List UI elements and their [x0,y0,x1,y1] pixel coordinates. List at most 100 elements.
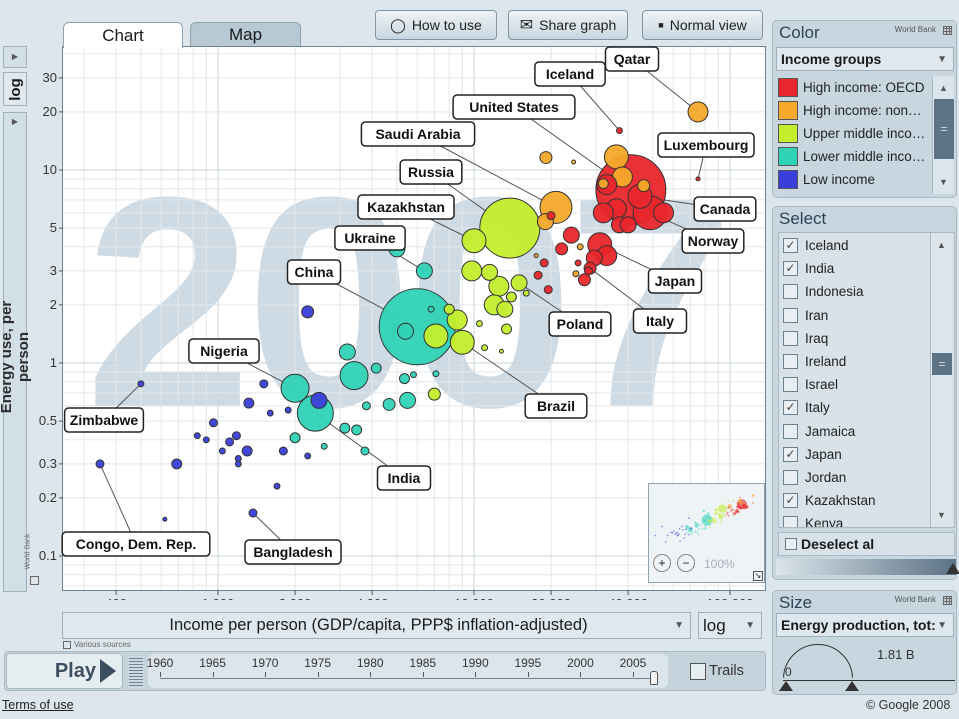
country-label-text: Canada [700,201,751,217]
y-tick-label: 20 [43,104,57,119]
country-label: Japan [647,268,703,294]
checkbox[interactable]: ✓ [783,238,798,254]
resize-handle-icon[interactable]: ↘ [753,571,763,581]
minimap-bubble [694,523,699,528]
data-table-icon[interactable] [943,596,952,605]
bubble-iceland [615,127,623,135]
tab-chart[interactable]: Chart [63,22,183,48]
country-list-scrollbar[interactable]: ▲ = ▼ [930,233,952,527]
zoom-out-button[interactable]: − [677,554,695,572]
checkbox[interactable] [783,307,798,323]
legend-item[interactable]: Low income [775,168,930,191]
year-tick [212,672,214,677]
size-source: World Bank [894,595,936,604]
checkbox[interactable] [783,377,798,393]
country-list-item[interactable]: ✓ Italy [779,396,954,419]
country-label: Iceland [534,61,606,87]
speed-control[interactable] [129,656,143,688]
country-label-text: Russia [408,164,454,180]
year-tick [475,672,477,677]
country-list-item[interactable]: ✓ Japan [779,443,954,466]
time-slider-thumb[interactable] [650,671,658,685]
checkbox[interactable] [783,423,798,439]
deselect-all-button[interactable]: Deselect al [778,532,955,556]
minimap-bubble [685,528,687,531]
country-list-item[interactable]: Ireland [779,350,954,373]
bubble [572,270,580,278]
country-list-item[interactable]: Kenya [779,512,954,527]
country-list-item[interactable]: ✓ Kazakhstan [779,489,954,512]
time-slider[interactable]: 1960 1965 1970 1975 1980 1985 1990 1995 2000 2005 [147,654,668,688]
year-tick-label: 1985 [409,656,437,670]
country-list-item[interactable]: Iraq [779,327,954,350]
country-list-item[interactable]: Israel [779,373,954,396]
minimap-bubble [736,505,739,509]
checkbox[interactable]: ✓ [783,261,798,277]
scroll-down-icon[interactable]: ▼ [933,172,954,192]
data-table-icon[interactable] [943,26,952,35]
country-list-item[interactable]: Jordan [779,466,954,489]
legend-item[interactable]: Lower middle inco… [775,145,930,168]
checkbox[interactable] [783,469,798,485]
deselect-label: Deselect al [801,536,875,552]
minimap-bubble [734,512,736,515]
country-list-item[interactable]: ✓ Iceland [779,234,954,257]
checkbox[interactable]: ✓ [783,493,798,509]
scroll-thumb[interactable]: = [932,353,952,375]
country-label: United States [452,94,576,120]
legend-item[interactable]: High income: OECD [775,76,930,99]
country-list-item[interactable]: Iran [779,304,954,327]
zoom-in-button[interactable]: + [653,554,671,572]
x-data-table-icon[interactable] [63,641,71,649]
checkbox[interactable] [783,330,798,346]
zoom-level: 100% [704,557,735,571]
minimap-bubble [705,524,708,527]
country-label-text: Nigeria [200,343,248,359]
size-max-label: 1.81 B [877,647,915,662]
play-button[interactable]: Play [6,653,123,689]
minimap[interactable]: + − 100% ↘ [648,483,765,583]
legend-item[interactable]: Upper middle inco… [775,122,930,145]
trails-checkbox[interactable] [690,663,706,680]
scroll-up-icon[interactable]: ▲ [933,78,954,98]
opacity-slider[interactable] [776,559,959,575]
x-scale-selector[interactable]: log ▼ [698,612,762,639]
y-tick-label: 10 [43,162,57,177]
checkbox[interactable] [783,516,798,527]
size-max-handle[interactable] [845,681,859,691]
size-min-handle[interactable] [779,681,793,691]
select-panel-title: Select [779,209,827,228]
bubble [162,516,168,522]
bubble [409,371,417,379]
terms-of-use-link[interactable]: Terms of use [2,698,74,712]
legend-scrollbar[interactable]: ▲ = ▼ [932,76,954,194]
year-tick [527,672,529,677]
country-list-item[interactable]: ✓ India [779,257,954,280]
bubble-congo-dem-rep- [95,459,105,469]
size-selector[interactable]: Energy production, tot: ▼ [776,613,954,637]
opacity-slider-handle[interactable] [946,563,959,574]
bubble [339,422,351,434]
color-selector[interactable]: Income groups ▼ [776,47,954,71]
scroll-down-icon[interactable]: ▼ [931,505,952,525]
minimap-bubble [697,533,700,535]
minimap-preview [654,493,755,543]
checkbox[interactable] [783,354,798,370]
x-axis-selector[interactable]: Income per person (GDP/capita, PPP$ infl… [62,612,691,639]
checkbox[interactable]: ✓ [783,446,798,462]
country-list-item[interactable]: Jamaica [779,420,954,443]
bubble [533,253,539,259]
minimap-bubble [717,504,727,513]
scroll-up-icon[interactable]: ▲ [931,235,952,255]
bubble [562,226,580,244]
country-label-text: Luxembourg [664,137,749,153]
bubble-zimbabwe [137,380,145,388]
scroll-thumb[interactable]: = [934,99,954,159]
checkbox[interactable]: ✓ [783,400,798,416]
checkbox[interactable] [783,284,798,300]
country-label: Jamaica [805,423,856,439]
minimap-bubble [708,526,711,529]
legend-item[interactable]: High income: non… [775,99,930,122]
minimap-bubble [676,531,679,534]
country-list-item[interactable]: Indonesia [779,280,954,303]
